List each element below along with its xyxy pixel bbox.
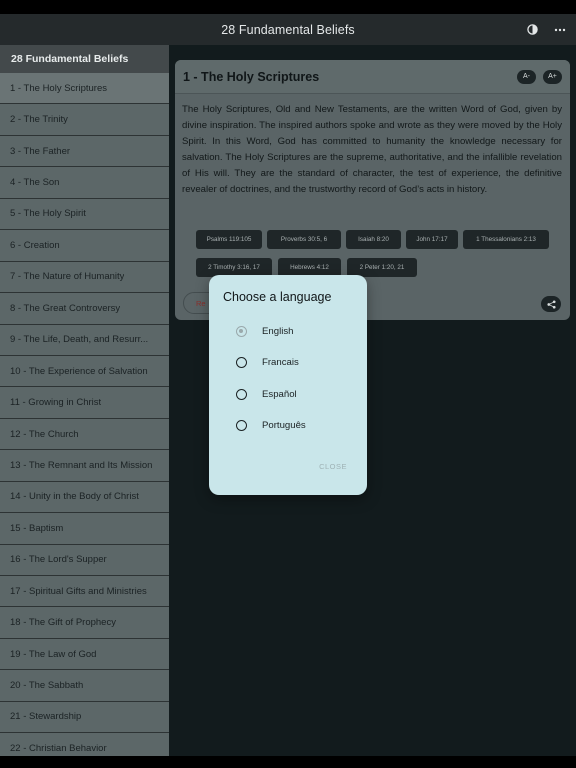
- radio-unselected-icon[interactable]: [236, 388, 247, 400]
- language-option[interactable]: English: [236, 321, 293, 341]
- language-option-label: Português: [262, 420, 306, 431]
- app-title: 28 Fundamental Beliefs: [221, 22, 355, 37]
- bottom-bar: [0, 756, 576, 768]
- app-bar-actions: [524, 14, 568, 45]
- close-button[interactable]: CLOSE: [319, 462, 347, 471]
- radio-unselected-icon[interactable]: [236, 357, 247, 368]
- app-bar: 28 Fundamental Beliefs: [0, 14, 576, 45]
- language-option-label: Español: [262, 388, 297, 400]
- language-option[interactable]: Francais: [236, 353, 299, 373]
- radio-unselected-icon[interactable]: [236, 420, 247, 431]
- more-vert-icon[interactable]: [552, 22, 568, 38]
- dialog-title: Choose a language: [223, 290, 332, 304]
- radio-selected-icon[interactable]: [236, 325, 247, 337]
- language-option-label: Francais: [262, 357, 299, 368]
- language-option[interactable]: Español: [236, 384, 297, 404]
- language-option-label: English: [262, 325, 294, 337]
- status-bar: [0, 0, 576, 14]
- language-option[interactable]: Português: [236, 416, 306, 436]
- contrast-icon[interactable]: [524, 22, 540, 38]
- language-dialog: Choose a language English Francais Español…: [209, 275, 367, 495]
